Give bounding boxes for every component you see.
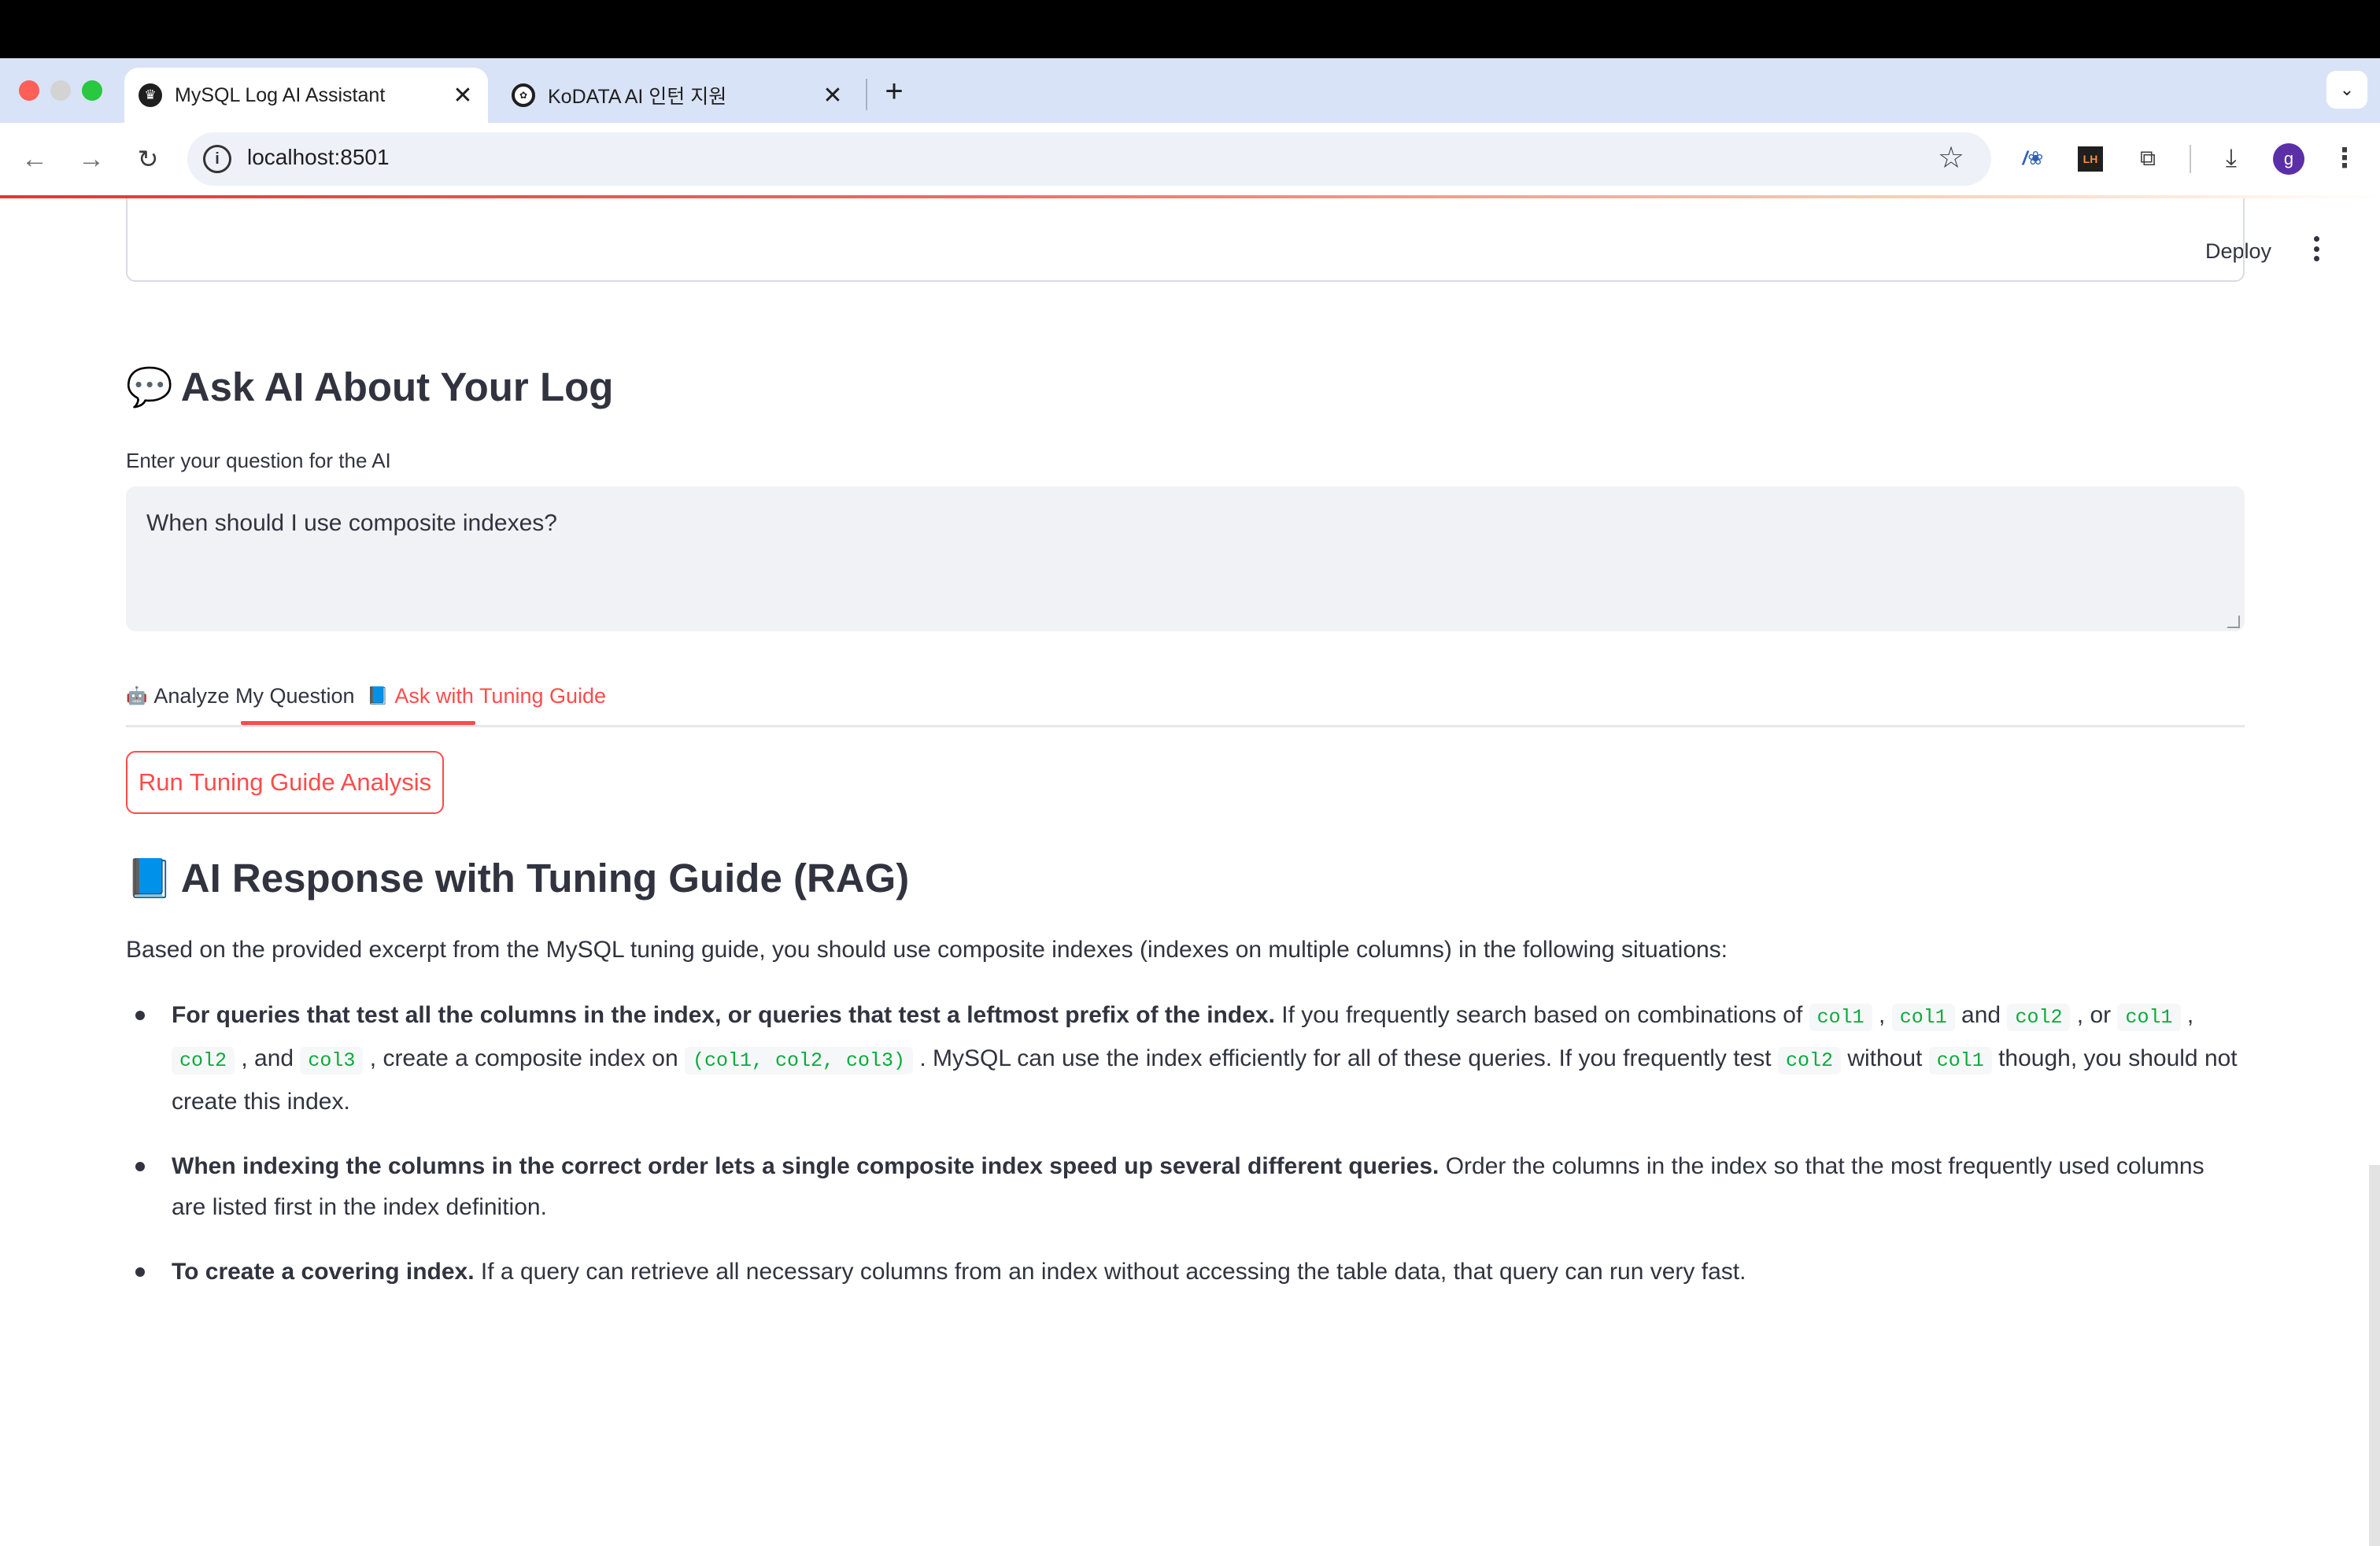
active-tab-indicator: [241, 721, 475, 725]
tab-search-button[interactable]: ⌄: [2326, 71, 2367, 109]
bullet-bold-lead: For queries that test all the columns in…: [172, 1002, 1275, 1028]
bullet-dot: [135, 1162, 145, 1171]
app-menu-icon[interactable]: [2304, 233, 2328, 264]
close-tab-icon[interactable]: ✕: [815, 78, 850, 113]
download-icon[interactable]: ⤓: [2213, 140, 2249, 176]
robot-icon: 🤖: [126, 686, 148, 705]
bullet-dot: [135, 1011, 145, 1020]
run-tuning-guide-button[interactable]: Run Tuning Guide Analysis: [126, 751, 444, 814]
analysis-tabs: 🤖 Analyze My Question 📘 Ask with Tuning …: [126, 672, 2245, 727]
browser-menu-icon[interactable]: ⋮: [2326, 140, 2363, 176]
book-icon: 📘: [126, 858, 173, 900]
browser-tab-active[interactable]: ♛ MySQL Log AI Assistant ✕: [124, 68, 488, 123]
question-textarea[interactable]: When should I use composite indexes?: [126, 486, 2245, 631]
ask-heading: 💬 Ask AI About Your Log: [126, 364, 613, 410]
list-item: To create a covering index. If a query c…: [126, 1252, 2245, 1293]
book-icon: 📘: [367, 686, 389, 705]
minimize-window-button[interactable]: [50, 80, 71, 101]
inline-code: (col1, col2, col3): [685, 1047, 914, 1074]
speech-bubble-icon: 💬: [126, 367, 173, 409]
tab-title: MySQL Log AI Assistant: [175, 83, 386, 106]
screen-top-bar: [0, 0, 2380, 58]
bullet-text: . MySQL can use the index efficiently fo…: [913, 1045, 1778, 1071]
close-window-button[interactable]: [19, 80, 39, 101]
browser-tab-inactive[interactable]: ✿ KoDATA AI 인턴 지원 ✕: [502, 68, 858, 123]
response-heading: 📘 AI Response with Tuning Guide (RAG): [126, 855, 909, 901]
forward-button[interactable]: →: [72, 140, 110, 178]
inline-code: col1: [2117, 1004, 2181, 1031]
url-text[interactable]: localhost:8501: [247, 145, 390, 170]
textarea-resize-handle[interactable]: [2227, 616, 2240, 628]
bullet-text: If you frequently search based on combin…: [1274, 1002, 1809, 1028]
inline-code: col1: [1809, 1004, 1872, 1031]
inline-code: col2: [172, 1047, 235, 1074]
page-scrollbar[interactable]: [2369, 1165, 2380, 1546]
bullet-text: and: [1954, 1002, 2008, 1028]
list-item: For queries that test all the columns in…: [126, 995, 2245, 1123]
bullet-bold-lead: To create a covering index.: [172, 1259, 475, 1285]
bullet-text: ,: [2180, 1002, 2194, 1028]
previous-section-container: [126, 198, 2245, 282]
list-item: When indexing the columns in the correct…: [126, 1146, 2245, 1228]
response-heading-text: AI Response with Tuning Guide (RAG): [180, 856, 910, 901]
streamlit-app: Deploy 💬 Ask AI About Your Log Enter you…: [0, 198, 2380, 1546]
bullet-text: without: [1840, 1045, 1929, 1071]
bullet-text: , or: [2070, 1002, 2118, 1028]
toolbar-divider: [2190, 145, 2191, 173]
bullet-body: If a query can retrieve all necessary co…: [475, 1259, 1746, 1285]
streamlit-crown-icon: ♛: [139, 83, 162, 107]
lighthouse-extension-icon[interactable]: LH: [2078, 146, 2103, 172]
extension-icon[interactable]: /❀: [2015, 140, 2051, 176]
bullet-text: If a query can retrieve all necessary co…: [474, 1259, 1746, 1285]
response-bullet-list: For queries that test all the columns in…: [126, 995, 2245, 1316]
bookmark-star-icon[interactable]: ☆: [1938, 140, 1964, 176]
inline-code: col1: [1928, 1047, 1992, 1074]
site-info-icon[interactable]: i: [203, 145, 231, 173]
zoom-window-button[interactable]: [82, 80, 102, 101]
inline-code: col2: [2007, 1004, 2071, 1031]
ask-heading-text: Ask AI About Your Log: [180, 364, 614, 409]
tab-ask-with-tuning-guide[interactable]: 📘 Ask with Tuning Guide: [367, 677, 606, 715]
profile-avatar[interactable]: g: [2273, 143, 2304, 175]
inline-code: col1: [1891, 1004, 1955, 1031]
bullet-text: ,: [1872, 1002, 1892, 1028]
tab-separator: [866, 79, 867, 110]
bullet-bold-lead: When indexing the columns in the correct…: [172, 1153, 1439, 1179]
address-bar[interactable]: [187, 132, 1991, 186]
response-intro: Based on the provided excerpt from the M…: [126, 937, 1728, 963]
extensions-puzzle-icon[interactable]: ⧉: [2130, 140, 2166, 176]
openai-icon: ✿: [512, 83, 535, 107]
new-tab-button[interactable]: +: [875, 72, 913, 110]
close-tab-icon[interactable]: ✕: [445, 78, 480, 113]
back-button[interactable]: ←: [16, 140, 54, 178]
reload-button[interactable]: ↻: [129, 140, 167, 178]
inline-code: col2: [1777, 1047, 1841, 1074]
bullet-dot: [135, 1267, 145, 1277]
tab-title: KoDATA AI 인턴 지원: [548, 86, 727, 108]
tab-label: Analyze My Question: [153, 683, 355, 708]
question-label: Enter your question for the AI: [126, 449, 391, 472]
tab-label: Ask with Tuning Guide: [394, 683, 607, 708]
bullet-text: , and: [235, 1045, 301, 1071]
inline-code: col3: [300, 1047, 364, 1074]
bullet-text: , create a composite index on: [363, 1045, 685, 1071]
tab-analyze-my-question[interactable]: 🤖 Analyze My Question: [126, 677, 355, 715]
